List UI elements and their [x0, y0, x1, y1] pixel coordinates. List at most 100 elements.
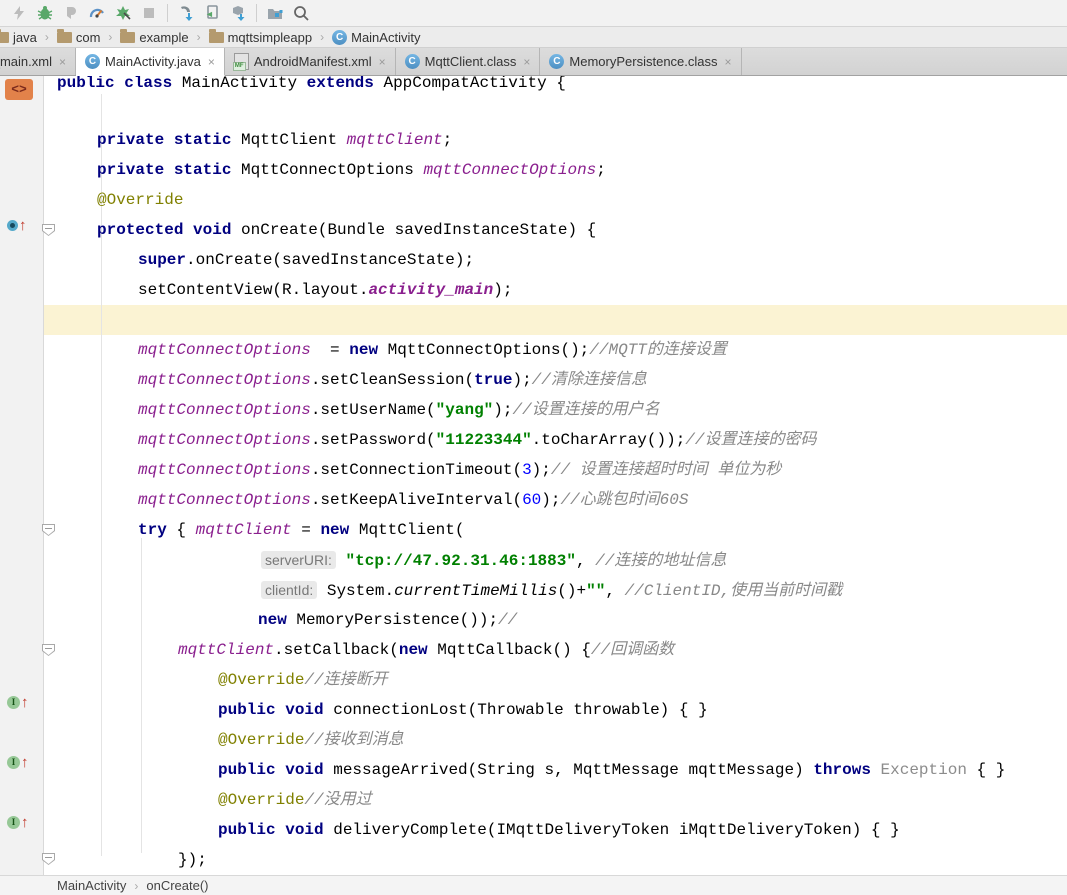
tab-MainActivity.java[interactable]: C MainActivity.java ×: [75, 48, 225, 76]
tab-MemoryPersistence.class[interactable]: C MemoryPersistence.class ×: [540, 48, 742, 75]
code-plain: ()+: [557, 582, 587, 600]
code-line[interactable]: @Override: [97, 185, 183, 215]
implements-method-circle: I: [7, 696, 20, 709]
code-line[interactable]: private static MqttConnectOptions mqttCo…: [97, 155, 606, 185]
implements-method-icon[interactable]: I ↑: [7, 755, 29, 770]
code-bi: activity_main: [368, 281, 494, 299]
code-plain: onCreate(Bundle savedInstanceState) {: [231, 221, 597, 239]
tab-AndroidManifest.xml[interactable]: AndroidManifest.xml ×: [225, 48, 396, 75]
close-icon[interactable]: ×: [725, 55, 732, 69]
run-icon[interactable]: [6, 2, 32, 24]
code-plain: setContentView(R.layout.: [138, 281, 369, 299]
code-plain: );: [493, 401, 513, 419]
code-line[interactable]: setContentView(R.layout.activity_main);: [138, 275, 512, 305]
close-icon[interactable]: ×: [379, 55, 386, 69]
code-field: mqttConnectOptions: [138, 491, 311, 509]
code-kw: extends: [306, 76, 374, 92]
code-tag-icon[interactable]: <>: [5, 79, 33, 100]
close-icon[interactable]: ×: [208, 55, 215, 69]
code-plain: .setCleanSession(: [310, 371, 475, 389]
fold-marker[interactable]: [42, 524, 55, 536]
profiler-icon[interactable]: [84, 2, 110, 24]
fold-marker[interactable]: [42, 853, 55, 865]
code-line[interactable]: @Override//没用过: [218, 785, 372, 815]
implements-method-icon[interactable]: I ↑: [7, 695, 29, 710]
status-class[interactable]: MainActivity: [57, 878, 126, 893]
code-field: mqttConnectOptions: [138, 431, 311, 449]
toolbar-separator: [167, 4, 168, 22]
stop-icon[interactable]: [136, 2, 162, 24]
fold-marker[interactable]: [42, 224, 55, 236]
fold-marker[interactable]: [42, 644, 55, 656]
code-kw: public void: [218, 701, 324, 719]
code-editor[interactable]: <> public class MainActivity extends App…: [0, 76, 1067, 875]
implements-method-circle: I: [7, 756, 20, 769]
code-plain: );: [512, 371, 532, 389]
breadcrumb-item-example[interactable]: example: [118, 28, 190, 45]
code-ann: @Override: [218, 731, 305, 749]
code-line[interactable]: mqttConnectOptions = new MqttConnectOpti…: [138, 335, 727, 365]
code-plain: MqttClient(: [349, 521, 465, 539]
breadcrumb-item-mqttsimpleapp[interactable]: mqttsimpleapp: [207, 28, 315, 45]
code-kw: new: [258, 611, 287, 629]
debug-icon[interactable]: [32, 2, 58, 24]
code-line[interactable]: super.onCreate(savedInstanceState);: [138, 245, 474, 275]
run-on-device-icon[interactable]: [199, 2, 225, 24]
status-method[interactable]: onCreate(): [146, 878, 208, 893]
code-line[interactable]: clientId: System.currentTimeMillis()+"",…: [261, 575, 842, 605]
overrides-method-icon[interactable]: ↑: [7, 218, 27, 233]
code-line[interactable]: public class MainActivity extends AppCom…: [57, 76, 566, 98]
code-line[interactable]: mqttConnectOptions.setKeepAliveInterval(…: [138, 485, 688, 515]
tab-label: MemoryPersistence.class: [569, 54, 718, 69]
code-plain: .setCallback(: [274, 641, 399, 659]
code-line[interactable]: mqttConnectOptions.setCleanSession(true)…: [138, 365, 647, 395]
code-line[interactable]: try { mqttClient = new MqttClient(: [138, 515, 464, 545]
code-plain: MqttConnectOptions();: [378, 341, 590, 359]
code-kw: new: [398, 641, 428, 659]
code-plain: );: [541, 491, 561, 509]
code-plain: [336, 552, 346, 570]
code-ann: @Override: [218, 791, 305, 809]
code-line[interactable]: @Override//接收到消息: [218, 725, 404, 755]
code-str: "11223344": [435, 431, 532, 449]
code-line[interactable]: mqttConnectOptions.setConnectionTimeout(…: [138, 455, 781, 485]
breadcrumb-item-MainActivity[interactable]: C MainActivity: [330, 29, 422, 45]
attach-debugger-icon[interactable]: [173, 2, 199, 24]
code-line[interactable]: private static MqttClient mqttClient;: [97, 125, 452, 155]
code-str: "tcp://47.92.31.46:1883": [345, 552, 576, 570]
coverage-icon[interactable]: [58, 2, 84, 24]
code-plain: .onCreate(savedInstanceState);: [186, 251, 475, 269]
breadcrumb-item-java[interactable]: java: [0, 28, 39, 45]
search-icon[interactable]: [288, 2, 314, 24]
code-line[interactable]: new MemoryPersistence());//: [258, 605, 517, 635]
code-line[interactable]: serverURI: "tcp://47.92.31.46:1883", //连…: [261, 545, 726, 575]
code-line[interactable]: public void messageArrived(String s, Mqt…: [218, 755, 1005, 785]
code-line[interactable]: @Override//连接断开: [218, 665, 388, 695]
code-line[interactable]: mqttClient.setCallback(new MqttCallback(…: [178, 635, 674, 665]
close-icon[interactable]: ×: [523, 55, 530, 69]
code-plain: AppCompatActivity {: [373, 76, 566, 92]
code-field: mqttConnectOptions: [138, 461, 311, 479]
sdk-manager-icon[interactable]: [225, 2, 251, 24]
tab-activity_main.xml[interactable]: activity_main.xml ×: [0, 48, 76, 75]
code-plain: MqttClient: [231, 131, 347, 149]
code-line[interactable]: });: [178, 845, 207, 875]
class-icon: C: [84, 54, 100, 69]
class-icon: C: [404, 54, 420, 69]
class-icon: C: [549, 54, 565, 69]
code-line[interactable]: public void deliveryComplete(IMqttDelive…: [218, 815, 900, 845]
project-structure-icon[interactable]: [262, 2, 288, 24]
code-kw: true: [474, 371, 513, 389]
code-line[interactable]: mqttConnectOptions.setPassword("11223344…: [138, 425, 817, 455]
code-line[interactable]: public void connectionLost(Throwable thr…: [218, 695, 708, 725]
code-field: mqttClient: [195, 521, 292, 539]
close-icon[interactable]: ×: [59, 55, 66, 69]
breadcrumb-item-com[interactable]: com: [55, 28, 103, 45]
tab-MqttClient.class[interactable]: C MqttClient.class ×: [396, 48, 541, 75]
implements-method-icon[interactable]: I ↑: [7, 815, 29, 830]
code-line[interactable]: mqttConnectOptions.setUserName("yang");/…: [138, 395, 660, 425]
code-plain: .setPassword(: [310, 431, 436, 449]
code-line[interactable]: protected void onCreate(Bundle savedInst…: [97, 215, 596, 245]
apply-changes-icon[interactable]: [110, 2, 136, 24]
code-hint: clientId:: [261, 581, 318, 599]
